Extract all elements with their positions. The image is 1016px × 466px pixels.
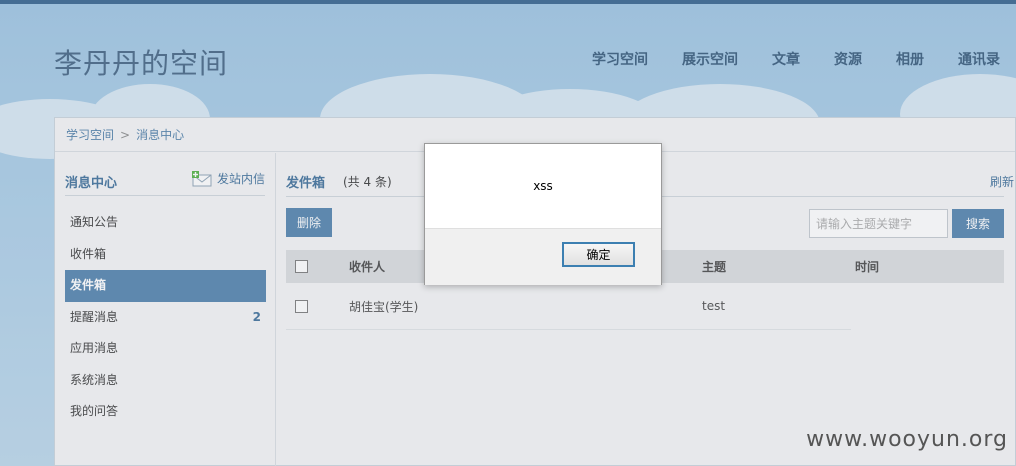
alert-message: xss	[533, 179, 553, 193]
alert-ok-button[interactable]: 确定	[562, 242, 635, 267]
alert-footer: 确定	[425, 228, 661, 285]
watermark: www.wooyun.org	[806, 427, 1008, 452]
alert-dialog: xss 确定	[424, 143, 662, 285]
